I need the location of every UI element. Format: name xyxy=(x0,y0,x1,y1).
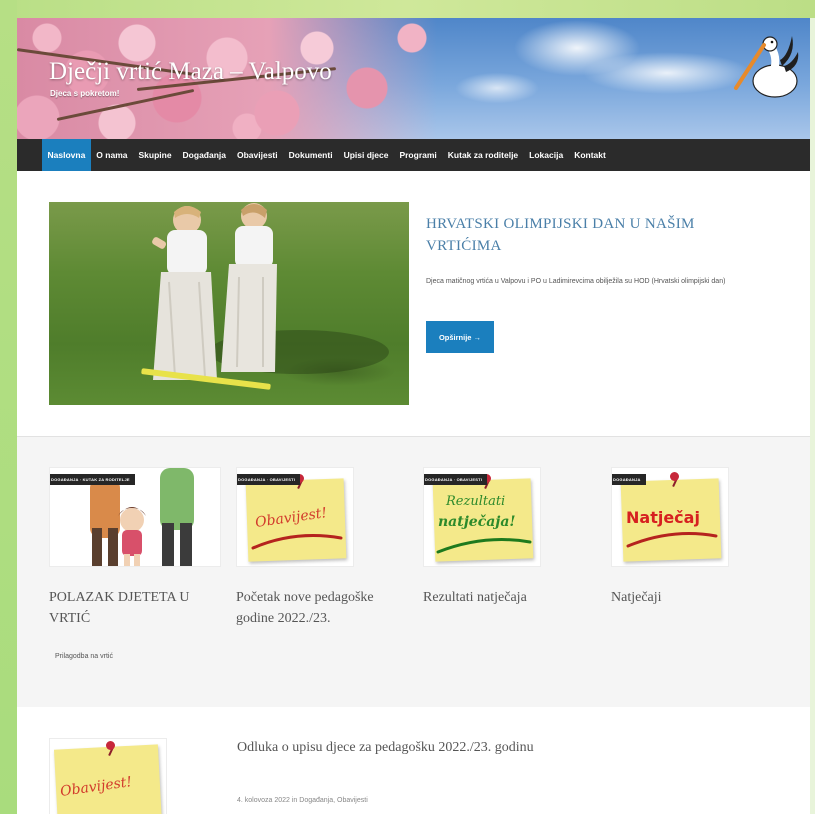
category-badge[interactable]: DOGAĐANJA · KUTAK ZA RODITELJE xyxy=(50,474,135,485)
post-title[interactable]: Natječaji xyxy=(611,587,783,608)
nav-item-obavijesti[interactable]: Obavijesti xyxy=(232,139,284,171)
category-badge[interactable]: DOGAĐANJA xyxy=(612,474,646,485)
nav-item-kontakt[interactable]: Kontakt xyxy=(569,139,612,171)
left-frame-stripe xyxy=(0,0,17,814)
push-pin-icon xyxy=(670,472,679,481)
nav-item-dogadanja[interactable]: Događanja xyxy=(177,139,231,171)
site-tagline: Djeca s pokretom! xyxy=(50,89,120,98)
page: Dječji vrtić Maza – Valpovo Djeca s pokr… xyxy=(17,18,810,814)
read-more-button[interactable]: Opširnije → xyxy=(426,321,494,353)
post-thumbnail[interactable]: DOGAĐANJA · KUTAK ZA RODITELJE xyxy=(49,467,221,567)
nav-item-upisi-djece[interactable]: Upisi djece xyxy=(338,139,394,171)
children-sack-race-photo xyxy=(152,203,389,380)
header-banner: Dječji vrtić Maza – Valpovo Djeca s pokr… xyxy=(17,18,810,139)
category-badge[interactable]: DOGAĐANJA · OBAVIJESTI xyxy=(237,474,301,485)
main-nav: Naslovna O nama Skupine Događanja Obavij… xyxy=(17,139,810,176)
post-list: Obavijest! Odluka o upisu djece za pedag… xyxy=(17,707,810,814)
post-card: DOGAĐANJA · OBAVIJESTI Obavijest! Početa… xyxy=(236,467,408,629)
post-meta: 4. kolovoza 2022 in Događanja, Obavijest… xyxy=(237,797,368,804)
post-thumbnail[interactable]: Obavijest! xyxy=(49,738,167,814)
nav-item-programi[interactable]: Programi xyxy=(394,139,442,171)
featured-title[interactable]: HRVATSKI OLIMPIJSKI DAN U NAŠIM VRTIĆIMA xyxy=(426,213,766,257)
post-thumbnail[interactable]: DOGAĐANJA · OBAVIJESTI Rezultati natječa… xyxy=(423,467,541,567)
post-thumbnail[interactable]: DOGAĐANJA · OBAVIJESTI Obavijest! xyxy=(236,467,354,567)
featured-excerpt: Djeca matičnog vrtića u Valpovu i PO u L… xyxy=(426,278,726,285)
post-title[interactable]: POLAZAK DJETETA U VRTIĆ xyxy=(49,587,221,629)
stork-logo-icon xyxy=(734,36,799,98)
post-card: DOGAĐANJA · OBAVIJESTI Rezultati natječa… xyxy=(423,467,595,608)
right-frame-stripe xyxy=(810,18,815,814)
post-excerpt: Prilagodba na vrtić xyxy=(55,653,113,660)
site-title[interactable]: Dječji vrtić Maza – Valpovo xyxy=(49,58,332,86)
nav-item-naslovna[interactable]: Naslovna xyxy=(42,139,91,176)
push-pin-icon xyxy=(106,741,115,750)
featured-post: HRVATSKI OLIMPIJSKI DAN U NAŠIM VRTIĆIMA… xyxy=(17,171,810,437)
nav-item-skupine[interactable]: Skupine xyxy=(133,139,177,171)
featured-image[interactable] xyxy=(49,202,409,405)
post-title[interactable]: Odluka o upisu djece za pedagošku 2022./… xyxy=(237,737,577,759)
nav-item-o-nama[interactable]: O nama xyxy=(91,139,133,171)
category-badge[interactable]: DOGAĐANJA · OBAVIJESTI xyxy=(424,474,488,485)
post-title[interactable]: Rezultati natječaja xyxy=(423,587,595,608)
top-frame-band xyxy=(0,0,815,18)
post-title[interactable]: Početak nove pedagoške godine 2022./23. xyxy=(236,587,408,629)
post-card: DOGAĐANJA · KUTAK ZA RODITELJE POLAZAK D… xyxy=(49,467,221,660)
nav-item-kutak-za-roditelje[interactable]: Kutak za roditelje xyxy=(442,139,523,171)
post-card: DOGAĐANJA Natječaj Natječaji xyxy=(611,467,783,608)
nav-item-dokumenti[interactable]: Dokumenti xyxy=(283,139,338,171)
posts-grid: DOGAĐANJA · KUTAK ZA RODITELJE POLAZAK D… xyxy=(17,437,810,707)
post-thumbnail[interactable]: DOGAĐANJA Natječaj xyxy=(611,467,729,567)
nav-item-lokacija[interactable]: Lokacija xyxy=(524,139,569,171)
